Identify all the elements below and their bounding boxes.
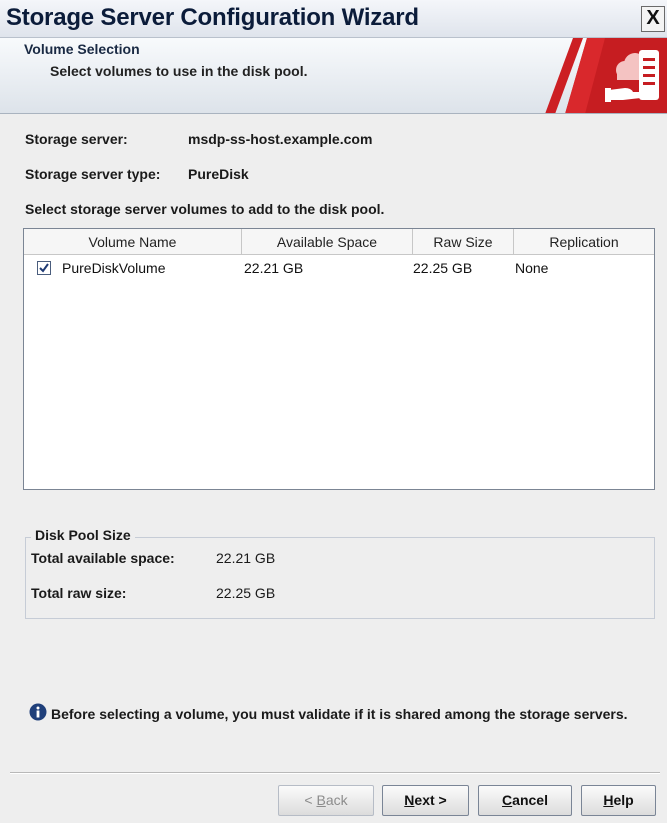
column-header-raw-size[interactable]: Raw Size xyxy=(413,229,514,255)
storage-server-row: Storage server: msdp-ss-host.example.com xyxy=(25,131,372,147)
total-available-value: 22.21 GB xyxy=(216,550,276,566)
volume-checkbox[interactable] xyxy=(37,261,51,275)
info-icon xyxy=(29,703,47,721)
next-button[interactable]: Next > xyxy=(382,785,469,816)
step-title: Volume Selection xyxy=(24,41,140,57)
total-raw-label: Total raw size: xyxy=(31,585,127,601)
checkmark-icon xyxy=(39,263,49,273)
volume-name-cell: PureDiskVolume xyxy=(62,260,166,276)
cancel-button[interactable]: Cancel xyxy=(478,785,572,816)
total-raw-value: 22.25 GB xyxy=(216,585,276,601)
storage-server-label: Storage server: xyxy=(25,131,128,147)
disk-pool-size-title: Disk Pool Size xyxy=(31,527,135,543)
total-available-label: Total available space: xyxy=(31,550,175,566)
next-button-mnemonic: N xyxy=(404,792,415,808)
back-button-mnemonic: B xyxy=(316,792,326,808)
cancel-button-rest: ancel xyxy=(512,792,548,808)
next-button-rest: ext > xyxy=(414,792,447,808)
table-row[interactable]: PureDiskVolume 22.21 GB 22.25 GB None xyxy=(24,257,654,279)
button-separator xyxy=(10,772,660,774)
column-header-available-space[interactable]: Available Space xyxy=(242,229,413,255)
volume-table[interactable]: Volume Name Available Space Raw Size Rep… xyxy=(23,228,655,490)
close-button[interactable]: X xyxy=(641,6,665,32)
table-header: Volume Name Available Space Raw Size Rep… xyxy=(24,229,654,255)
title-bar[interactable]: Storage Server Configuration Wizard X xyxy=(0,0,667,38)
cancel-button-mnemonic: C xyxy=(502,792,513,808)
instruction-text: Select storage server volumes to add to … xyxy=(25,201,385,217)
storage-server-type-row: Storage server type: PureDisk xyxy=(25,166,249,182)
storage-server-value: msdp-ss-host.example.com xyxy=(188,131,373,147)
window-title: Storage Server Configuration Wizard xyxy=(6,4,419,31)
storage-server-type-value: PureDisk xyxy=(188,166,249,182)
close-icon: X xyxy=(646,7,660,29)
column-header-volume-name[interactable]: Volume Name xyxy=(24,229,242,255)
help-button[interactable]: Help xyxy=(581,785,656,816)
replication-cell: None xyxy=(515,260,549,276)
storage-cloud-hand-icon xyxy=(545,38,667,113)
storage-server-type-label: Storage server type: xyxy=(25,166,161,182)
help-button-mnemonic: H xyxy=(603,792,614,808)
validation-message: Before selecting a volume, you must vali… xyxy=(51,706,628,722)
back-button-prefix: < xyxy=(304,792,317,808)
step-subtitle: Select volumes to use in the disk pool. xyxy=(50,63,308,79)
back-button-rest: ack xyxy=(325,792,348,808)
column-header-replication[interactable]: Replication xyxy=(514,229,654,255)
available-space-cell: 22.21 GB xyxy=(244,260,304,276)
help-button-rest: elp xyxy=(613,792,634,808)
raw-size-cell: 22.25 GB xyxy=(413,260,473,276)
back-button[interactable]: < Back xyxy=(278,785,374,816)
wizard-header: Volume Selection Select volumes to use i… xyxy=(0,38,667,114)
